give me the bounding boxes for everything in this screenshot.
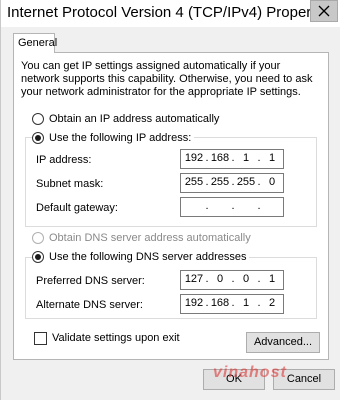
preferred-dns-input[interactable]: 127 . 0 . 0 . 1 [180,270,284,290]
radio-button[interactable] [32,132,44,144]
dialog-window: Internet Protocol Version 4 (TCP/IPv4) P… [0,0,340,400]
obtain-dns-auto-label: Obtain DNS server address automatically [49,232,251,244]
intro-text: You can get IP settings assigned automat… [21,60,313,98]
subnet-mask-input[interactable]: 255 . 255 . 255 . 0 [180,173,284,193]
title-bar[interactable]: Internet Protocol Version 4 (TCP/IPv4) P… [1,0,340,27]
advanced-button[interactable]: Advanced... [246,332,320,353]
radio-button[interactable] [32,251,44,263]
alternate-dns-label: Alternate DNS server: [36,299,143,311]
preferred-dns-label: Preferred DNS server: [36,275,145,287]
tab-general-label: General [18,37,58,49]
obtain-ip-auto-radio[interactable]: Obtain an IP address automatically [32,113,219,125]
obtain-ip-auto-label: Obtain an IP address automatically [49,113,220,125]
ip-address-label: IP address: [36,154,92,166]
default-gateway-input[interactable]: . . . [180,197,284,217]
obtain-dns-auto-radio[interactable]: Obtain DNS server address automatically [32,232,251,244]
validate-label: Validate settings upon exit [52,332,180,344]
use-following-dns-radio[interactable]: Use the following DNS server addresses [32,251,250,263]
use-following-ip-label: Use the following IP address: [49,132,192,144]
close-icon [318,5,330,17]
window-title: Internet Protocol Version 4 (TCP/IPv4) P… [7,4,335,21]
tab-general[interactable]: General [13,33,58,53]
use-following-ip-radio[interactable]: Use the following IP address: [32,132,195,144]
watermark-logo: vinahost [213,364,287,381]
radio-button[interactable] [32,113,44,125]
alternate-dns-input[interactable]: 192 . 168 . 1 . 2 [180,294,284,314]
subnet-mask-label: Subnet mask: [36,178,104,190]
validate-checkbox[interactable] [34,332,47,345]
close-button[interactable] [310,0,338,22]
ip-address-input[interactable]: 192 . 168 . 1 . 1 [180,149,284,169]
default-gateway-label: Default gateway: [36,202,118,214]
general-tab-panel: You can get IP settings assigned automat… [13,52,329,360]
radio-button[interactable] [32,232,44,244]
use-following-dns-label: Use the following DNS server addresses [49,251,247,263]
